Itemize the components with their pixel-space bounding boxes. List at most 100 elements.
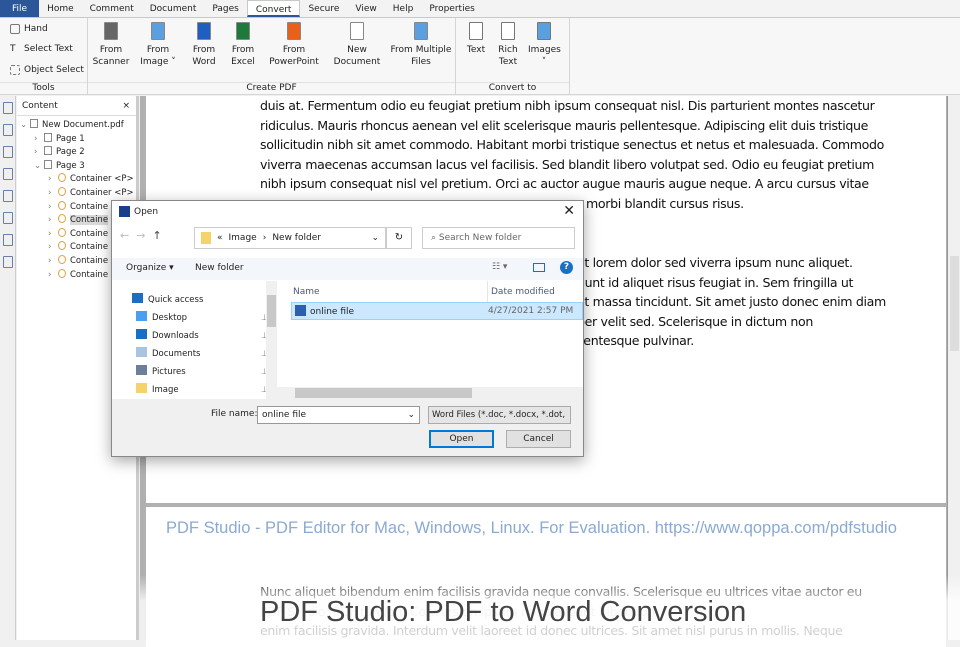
chevron-icon[interactable]: › bbox=[34, 146, 44, 160]
create-pdf-group: Create PDF From Scanner From Image ˅ From Word… bbox=[88, 18, 456, 95]
back-icon[interactable]: ← bbox=[120, 229, 129, 242]
tab-secure[interactable]: Secure bbox=[300, 0, 347, 17]
signature-icon[interactable] bbox=[2, 212, 13, 224]
tab-help[interactable]: Help bbox=[385, 0, 422, 17]
chevron-icon[interactable]: › bbox=[48, 214, 58, 228]
tab-view[interactable]: View bbox=[347, 0, 384, 17]
scanner-icon bbox=[104, 22, 118, 40]
from-powerpoint-button[interactable]: From PowerPoint bbox=[266, 22, 322, 68]
tab-pages[interactable]: Pages bbox=[204, 0, 246, 17]
nav-item-image[interactable]: Image ⊥ bbox=[112, 381, 276, 399]
chevron-icon[interactable]: ⌄ bbox=[20, 119, 30, 133]
hand-tool[interactable]: Hand bbox=[10, 24, 48, 34]
search-input[interactable]: ⌕ Search New folder bbox=[422, 227, 575, 249]
forward-icon[interactable]: → bbox=[136, 229, 145, 242]
file-name-value: online file bbox=[262, 410, 307, 420]
convert-to-images-button[interactable]: Images ˅ bbox=[528, 22, 561, 68]
container-icon bbox=[58, 173, 66, 183]
from-scanner-button[interactable]: From Scanner bbox=[92, 22, 130, 68]
chevron-icon[interactable]: › bbox=[48, 201, 58, 215]
chevron-icon[interactable]: › bbox=[48, 241, 58, 255]
tree-page[interactable]: › Page 1 bbox=[17, 132, 136, 147]
chevron-icon[interactable]: › bbox=[48, 187, 58, 201]
nav-scrollbar[interactable] bbox=[266, 281, 277, 399]
copy-icon[interactable] bbox=[2, 190, 13, 202]
from-multiple-files-button[interactable]: From Multiple Files bbox=[388, 22, 454, 68]
container-icon bbox=[58, 186, 66, 196]
chevron-icon[interactable]: › bbox=[48, 269, 58, 283]
name-column-header[interactable]: Name bbox=[293, 281, 320, 303]
path-segment[interactable]: New folder bbox=[272, 233, 321, 243]
tree-container[interactable]: › Container <P> bbox=[17, 186, 136, 201]
close-panel-icon[interactable]: × bbox=[122, 96, 130, 116]
file-name-input[interactable]: online file ⌄ bbox=[257, 406, 420, 424]
tag-icon[interactable] bbox=[2, 256, 13, 268]
flag-icon[interactable] bbox=[2, 146, 13, 158]
help-icon[interactable]: ? bbox=[560, 261, 573, 274]
address-bar[interactable]: « Image › New folder ⌄ bbox=[194, 227, 386, 249]
image-icon bbox=[151, 22, 165, 40]
tree-root[interactable]: ⌄ New Document.pdf bbox=[17, 119, 136, 133]
tab-comment[interactable]: Comment bbox=[82, 0, 142, 17]
new-folder-button[interactable]: New folder bbox=[195, 263, 244, 273]
chevron-icon[interactable]: ⌄ bbox=[34, 160, 44, 174]
tab-document[interactable]: Document bbox=[142, 0, 205, 17]
open-button[interactable]: Open bbox=[429, 430, 494, 448]
page-icon bbox=[44, 159, 52, 169]
convert-to-text-button[interactable]: Text bbox=[460, 22, 492, 56]
nav-item-quick-access[interactable]: Quick access bbox=[112, 291, 276, 309]
tab-home[interactable]: Home bbox=[39, 0, 82, 17]
right-toolstrip bbox=[947, 96, 960, 640]
nav-item-documents[interactable]: Documents ⊥ bbox=[112, 345, 276, 363]
scrollbar[interactable] bbox=[950, 256, 959, 351]
from-word-button[interactable]: From Word bbox=[190, 22, 218, 68]
nav-item-downloads[interactable]: Downloads ⊥ bbox=[112, 327, 276, 345]
tab-convert[interactable]: Convert bbox=[246, 0, 301, 17]
tree-container[interactable]: › Container <P> bbox=[17, 173, 136, 187]
nav-item-desktop[interactable]: Desktop ⊥ bbox=[112, 309, 276, 327]
path-segment[interactable]: Image bbox=[229, 233, 257, 243]
layers-icon[interactable] bbox=[2, 234, 13, 246]
node-label: Page 3 bbox=[56, 160, 85, 171]
up-icon[interactable]: ↑ bbox=[152, 229, 161, 242]
paragraph-line: nibh ipsum consequat nisl vel pretium. O… bbox=[260, 176, 869, 192]
convert-to-rich-text-button[interactable]: Rich Text bbox=[492, 22, 524, 68]
preview-pane-icon[interactable] bbox=[533, 263, 545, 272]
powerpoint-icon bbox=[287, 22, 301, 40]
file-name: online file bbox=[310, 307, 355, 317]
chevron-icon[interactable]: › bbox=[48, 173, 58, 187]
nav-item-pictures[interactable]: Pictures ⊥ bbox=[112, 363, 276, 381]
chevron-icon[interactable]: › bbox=[48, 255, 58, 269]
refresh-button[interactable]: ↻ bbox=[386, 227, 412, 249]
from-new-document-button[interactable]: New Document bbox=[332, 22, 382, 68]
cancel-button[interactable]: Cancel bbox=[506, 430, 571, 448]
tab-file[interactable]: File bbox=[0, 0, 40, 17]
container-icon bbox=[58, 200, 66, 210]
close-dialog-button[interactable]: ✕ bbox=[563, 203, 575, 219]
file-row[interactable]: online file 4/27/2021 2:57 PM bbox=[291, 302, 583, 320]
from-excel-button[interactable]: From Excel bbox=[228, 22, 258, 68]
organize-button[interactable]: Organize ▾ bbox=[126, 263, 174, 273]
tree-page[interactable]: › Page 2 bbox=[17, 146, 136, 160]
select-text-tool[interactable]: T Select Text bbox=[10, 44, 73, 54]
chevron-down-icon[interactable]: ⌄ bbox=[407, 407, 415, 423]
view-options-icon[interactable]: ☷ ▾ bbox=[492, 262, 507, 272]
pictures-icon bbox=[136, 365, 147, 375]
tree-page[interactable]: ⌄ Page 3 bbox=[17, 159, 136, 174]
file-type-select[interactable]: Word Files (*.doc, *.docx, *.dot, bbox=[428, 406, 571, 424]
chevron-down-icon[interactable]: ⌄ bbox=[371, 233, 379, 243]
file-list-scrollbar[interactable] bbox=[277, 387, 583, 399]
nav-item-label: Quick access bbox=[148, 295, 204, 305]
tab-properties[interactable]: Properties bbox=[421, 0, 482, 17]
pages-icon[interactable] bbox=[2, 102, 13, 114]
chevron-icon[interactable]: › bbox=[34, 133, 44, 147]
bookmark-icon[interactable] bbox=[2, 124, 13, 136]
ribbon: Hand T Select Text Object Select Tools Cr… bbox=[0, 18, 960, 95]
nav-item-label: Documents bbox=[152, 349, 201, 359]
from-image-button[interactable]: From Image ˅ bbox=[138, 22, 178, 68]
chevron-icon[interactable]: › bbox=[48, 228, 58, 242]
attachment-icon[interactable] bbox=[2, 168, 13, 180]
object-select-tool[interactable]: Object Select bbox=[10, 65, 84, 75]
page-icon bbox=[30, 119, 38, 128]
date-column-header[interactable]: Date modified bbox=[487, 281, 555, 303]
